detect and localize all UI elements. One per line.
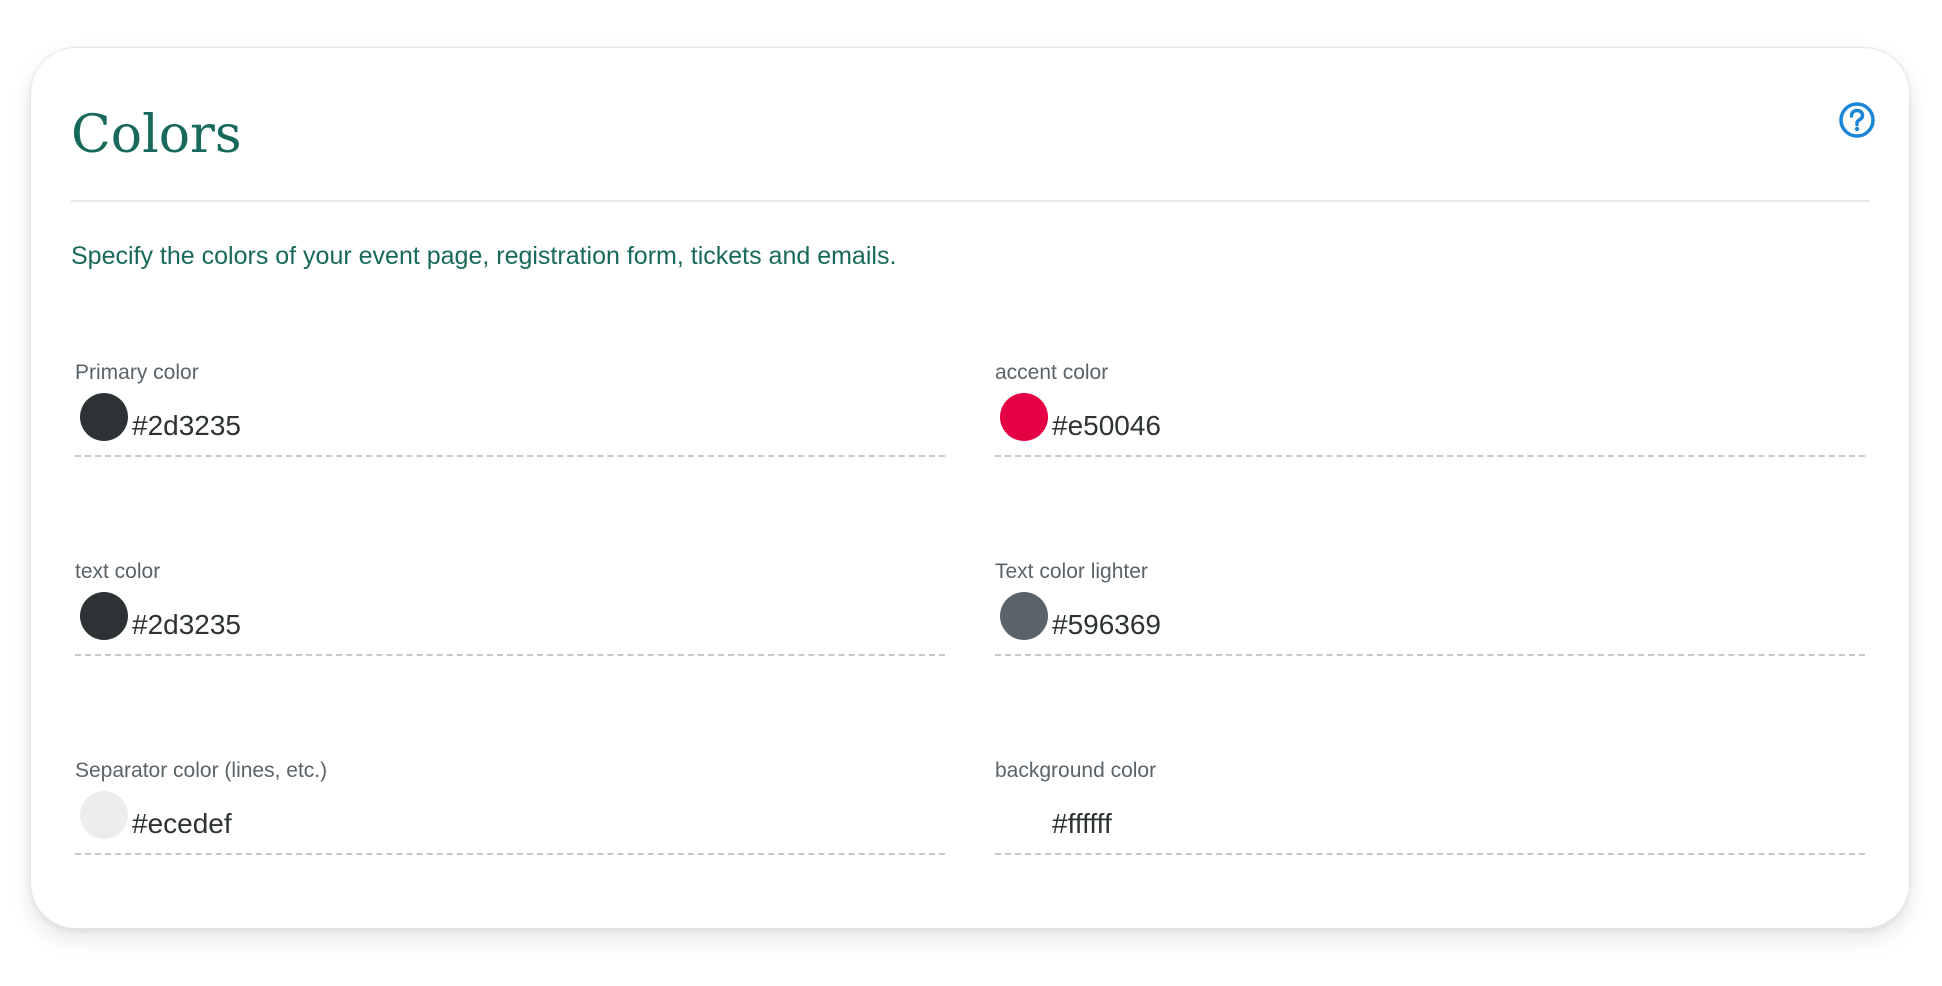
accent-color-swatch[interactable] — [1000, 393, 1048, 441]
colors-card: Colors Specify the colors of your event … — [30, 47, 1910, 929]
separator-color-field: Separator color (lines, etc.) — [71, 758, 945, 860]
primary-color-field: Primary color — [71, 360, 945, 462]
separator-color-label: Separator color (lines, etc.) — [75, 759, 328, 782]
field-underline — [75, 654, 945, 656]
text-color-input[interactable] — [129, 605, 909, 645]
text-color-swatch[interactable] — [80, 592, 128, 640]
field-underline — [995, 455, 1865, 457]
background-color-input[interactable] — [1049, 804, 1829, 844]
text-color-label: text color — [75, 560, 161, 583]
background-color-swatch[interactable] — [1000, 791, 1048, 839]
accent-color-label: accent color — [995, 361, 1109, 384]
separator-color-input[interactable] — [129, 804, 909, 844]
text-color-lighter-label: Text color lighter — [995, 560, 1148, 583]
field-underline — [75, 853, 945, 855]
text-color-lighter-input[interactable] — [1049, 605, 1829, 645]
primary-color-label: Primary color — [75, 361, 199, 384]
field-underline — [75, 455, 945, 457]
accent-color-input[interactable] — [1049, 406, 1829, 446]
primary-color-swatch[interactable] — [80, 393, 128, 441]
card-description: Specify the colors of your event page, r… — [71, 242, 897, 270]
primary-color-input[interactable] — [129, 406, 909, 446]
separator-color-swatch[interactable] — [80, 791, 128, 839]
field-underline — [995, 654, 1865, 656]
accent-color-field: accent color — [991, 360, 1865, 462]
help-circle-icon[interactable] — [1837, 100, 1877, 140]
text-color-field: text color — [71, 559, 945, 661]
text-color-lighter-field: Text color lighter — [991, 559, 1865, 661]
background-color-field: background color — [991, 758, 1865, 860]
field-underline — [995, 853, 1865, 855]
text-color-lighter-swatch[interactable] — [1000, 592, 1048, 640]
card-title: Colors — [71, 105, 242, 165]
background-color-label: background color — [995, 759, 1157, 782]
title-divider — [71, 200, 1869, 202]
